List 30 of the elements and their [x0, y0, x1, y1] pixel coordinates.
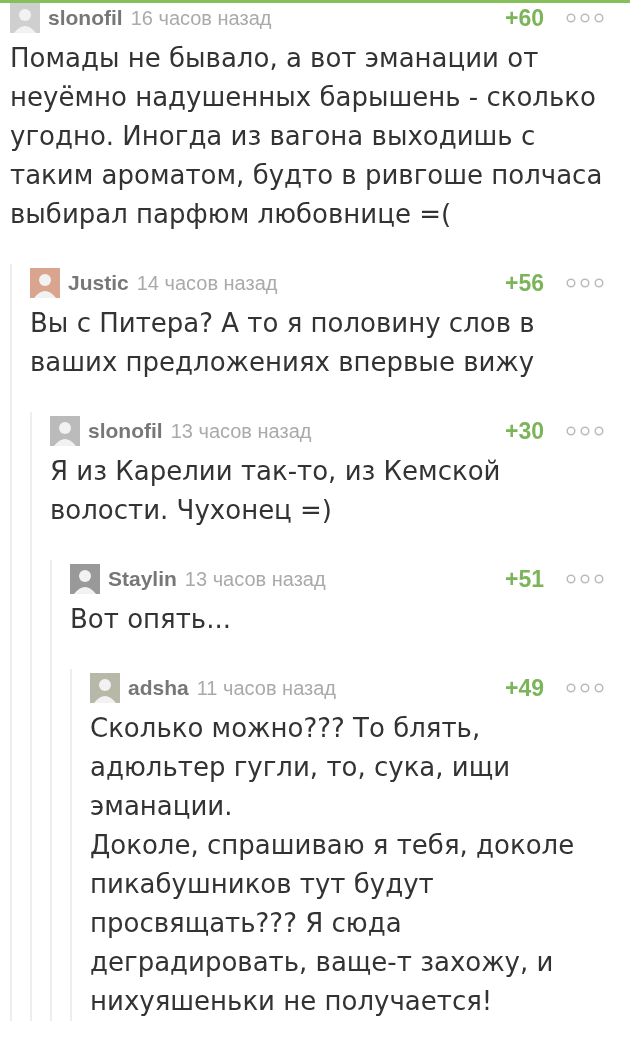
rating: +30: [505, 416, 544, 446]
comment-text: Вот опять...: [70, 603, 232, 636]
timestamp: 13 часов назад: [184, 567, 326, 592]
more-icon[interactable]: [566, 426, 604, 436]
author-name[interactable]: Staylin: [108, 563, 177, 595]
rating: +56: [505, 268, 544, 298]
author-name[interactable]: slonofil: [88, 415, 163, 447]
more-icon[interactable]: [566, 13, 604, 23]
rating: +49: [505, 673, 544, 703]
comment-text: Вы с Питера? А то я половину слов в ваших предложениях впервые вижу: [30, 307, 536, 379]
more-icon[interactable]: [566, 278, 604, 288]
timestamp: 16 часов назад: [130, 6, 272, 31]
rating: +60: [505, 3, 544, 33]
avatar[interactable]: [10, 3, 40, 33]
timestamp: 13 часов назад: [170, 419, 312, 444]
rating: +51: [505, 564, 544, 594]
author-name[interactable]: Justic: [68, 267, 129, 299]
comment-text: Сколько можно??? То блять, адюльтер гугли, то, сука, ищи эманации. Доколе, спрашиваю я тебя, доколе пикабушников тут будут просвящать??? Я сюда деградировать, ваще-т захожу, и нихуяшеньки не получается!: [90, 712, 576, 1018]
author-name[interactable]: adsha: [128, 672, 189, 704]
avatar[interactable]: [50, 416, 80, 446]
timestamp: 14 часов назад: [136, 271, 278, 296]
comment-text: Помады не бывало, а вот эманации от неуёмно надушенных барышень - сколько угодно. Иногда из вагона выходишь с таким ароматом, будто в ривгоше полчаса выбирал парфюм любовнице =(: [10, 42, 604, 231]
more-icon[interactable]: [566, 574, 604, 584]
avatar[interactable]: [70, 564, 100, 594]
timestamp: 11 часов назад: [196, 676, 336, 701]
more-icon[interactable]: [566, 683, 604, 693]
avatar[interactable]: [30, 268, 60, 298]
author-name[interactable]: slonofil: [48, 2, 123, 34]
avatar[interactable]: [90, 673, 120, 703]
comment-text: Я из Карелии так-то, из Кемской волости. Чухонец =): [50, 455, 502, 527]
